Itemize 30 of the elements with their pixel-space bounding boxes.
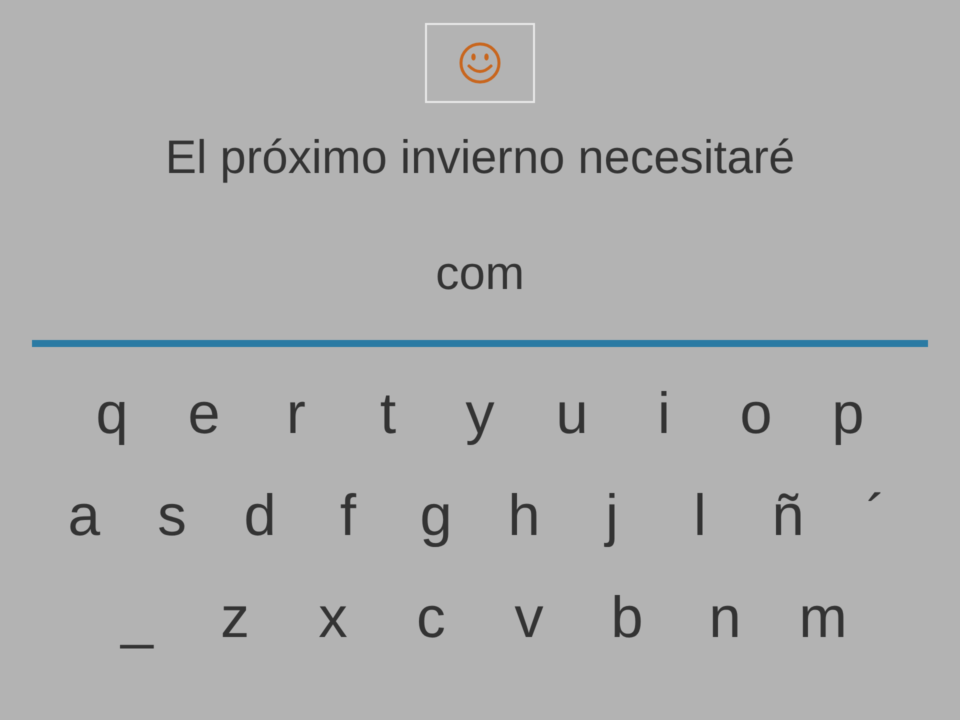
letter-key[interactable]: c [382,569,480,667]
letter-key[interactable]: i [618,365,710,463]
letter-key[interactable]: p [802,365,894,463]
letter-key[interactable]: o [710,365,802,463]
letter-key[interactable]: m [774,569,872,667]
letter-key[interactable]: h [480,467,568,565]
letter-key[interactable]: z [186,569,284,667]
letter-key[interactable]: s [128,467,216,565]
letter-key[interactable]: b [578,569,676,667]
letter-key[interactable]: e [158,365,250,463]
letter-key[interactable]: q [66,365,158,463]
sentence-text: El próximo invierno necesitaré [165,129,795,185]
letter-key[interactable]: ñ [744,467,832,565]
letter-key[interactable]: f [304,467,392,565]
letter-key[interactable]: v [480,569,578,667]
letter-key[interactable]: _ [88,569,186,667]
letter-key[interactable]: y [434,365,526,463]
answer-text: com [436,245,524,301]
letter-key[interactable]: ´ [832,467,920,565]
letter-key[interactable]: a [40,467,128,565]
letter-key[interactable]: r [250,365,342,463]
letter-key[interactable]: d [216,467,304,565]
letter-key[interactable]: t [342,365,434,463]
letter-key[interactable]: n [676,569,774,667]
letter-key[interactable]: g [392,467,480,565]
letter-key[interactable]: l [656,467,744,565]
letter-key[interactable]: u [526,365,618,463]
letter-key[interactable]: j [568,467,656,565]
letter-key[interactable]: x [284,569,382,667]
smiley-icon [458,41,502,85]
